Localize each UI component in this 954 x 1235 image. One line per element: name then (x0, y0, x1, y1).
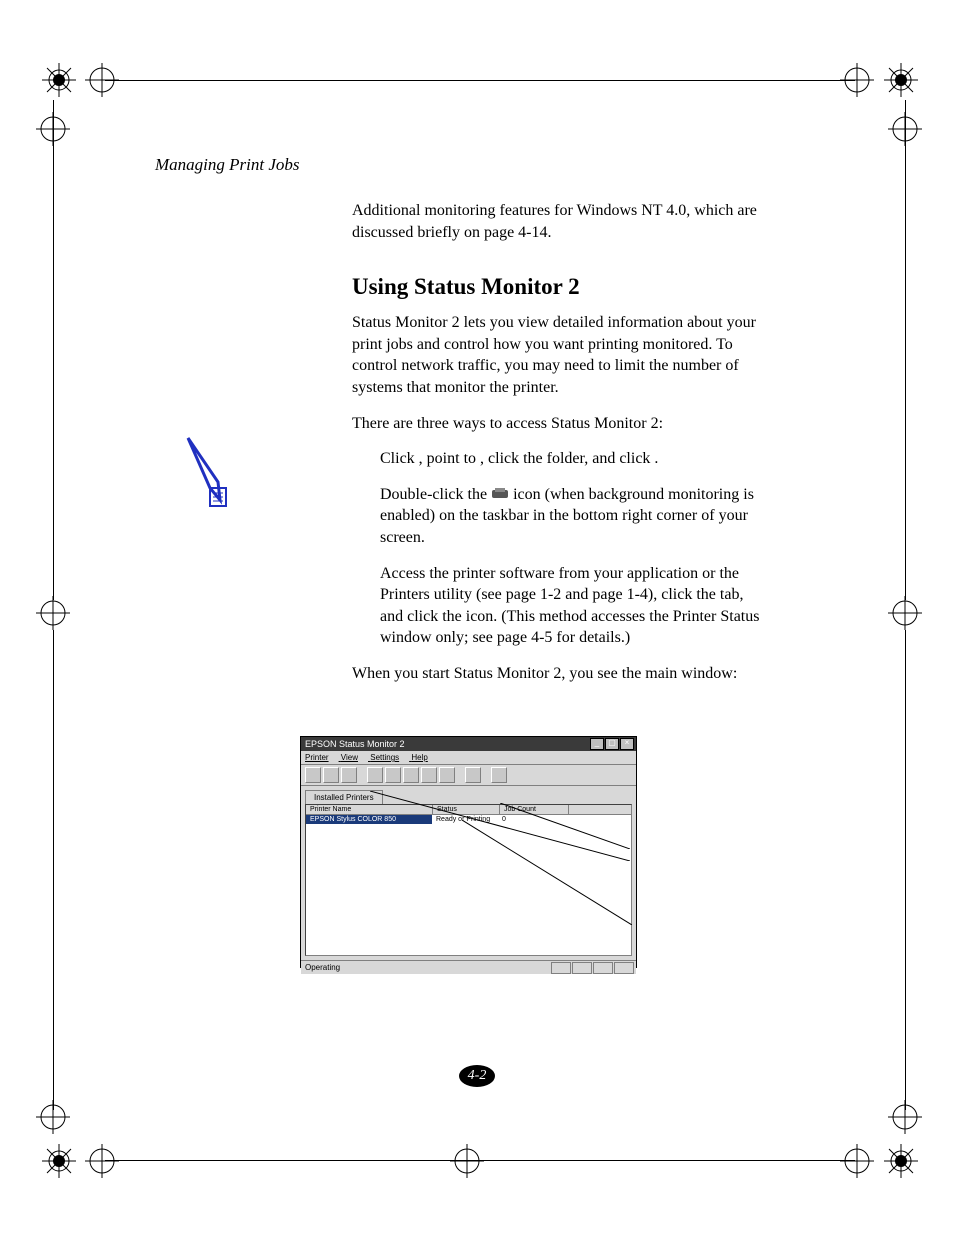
menu-item: Help (411, 753, 427, 762)
registration-mark-icon (888, 596, 922, 630)
crop-line (105, 1160, 855, 1161)
bullet-3: Access the printer software from your ap… (380, 563, 767, 649)
intro-paragraph: Additional monitoring features for Windo… (352, 200, 767, 243)
toolbar-button-icon (305, 767, 321, 783)
toolbar-button-icon (403, 767, 419, 783)
registration-mark-icon (840, 1144, 874, 1178)
crop-line (105, 80, 855, 81)
paragraph-3: When you start Status Monitor 2, you see… (352, 663, 767, 685)
maximize-icon: ▢ (605, 738, 619, 750)
note-pencil-icon (180, 430, 235, 510)
section-heading: Using Status Monitor 2 (352, 271, 767, 302)
crop-line (905, 100, 906, 600)
page-number: 4-2 (459, 1065, 495, 1087)
minimize-icon: _ (590, 738, 604, 750)
callout-line (462, 820, 632, 925)
toolbar-button-icon (491, 767, 507, 783)
toolbar-button-icon (367, 767, 383, 783)
toolbar-button-icon (439, 767, 455, 783)
registration-mark-icon (42, 1144, 76, 1178)
toolbar-button-icon (421, 767, 437, 783)
window-titlebar: EPSON Status Monitor 2 _ ▢ × (301, 737, 636, 751)
registration-mark-icon (36, 596, 70, 630)
registration-mark-icon (888, 1100, 922, 1134)
toolbar-button-icon (323, 767, 339, 783)
menu-bar: Printer View Settings Help (301, 751, 636, 765)
registration-mark-icon (36, 1100, 70, 1134)
crop-line (905, 630, 906, 1110)
toolbar (301, 765, 636, 786)
registration-mark-icon (85, 1144, 119, 1178)
menu-item: Printer (305, 753, 329, 762)
window-title: EPSON Status Monitor 2 (305, 739, 405, 749)
bullet-1: Click , point to , click the folder, and… (380, 448, 767, 470)
crop-line (53, 630, 54, 1110)
registration-mark-icon (840, 63, 874, 97)
paragraph-2: There are three ways to access Status Mo… (352, 413, 767, 435)
registration-mark-icon (42, 63, 76, 97)
toolbar-button-icon (465, 767, 481, 783)
paragraph-1: Status Monitor 2 lets you view detailed … (352, 312, 767, 398)
crop-line (53, 100, 54, 600)
menu-item: View (341, 753, 358, 762)
toolbar-button-icon (341, 767, 357, 783)
printer-tray-icon (491, 486, 509, 500)
registration-mark-icon (884, 63, 918, 97)
toolbar-button-icon (385, 767, 401, 783)
bullet-2: Double-click the icon (when background m… (380, 484, 767, 549)
registration-mark-icon (884, 1144, 918, 1178)
status-bar: Operating (301, 960, 636, 974)
registration-mark-icon (450, 1144, 484, 1178)
menu-item: Settings (370, 753, 399, 762)
running-header: Managing Print Jobs (155, 155, 300, 175)
close-icon: × (620, 738, 634, 750)
